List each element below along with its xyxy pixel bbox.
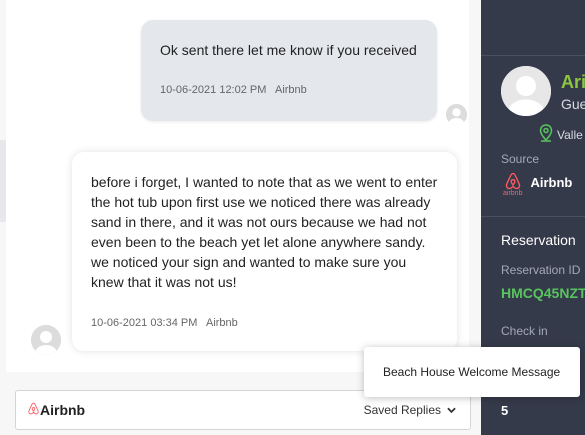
airbnb-logo-text: airbnb (503, 190, 523, 197)
user-avatar-icon (446, 104, 467, 125)
message-bubble-received: before i forget, I wanted to note that a… (72, 152, 457, 351)
panel-divider (481, 216, 585, 217)
message-text: before i forget, I wanted to note that a… (91, 174, 438, 290)
airbnb-logo-icon (27, 402, 40, 418)
user-avatar-icon (501, 66, 551, 116)
guest-subtitle: Gue (561, 96, 585, 112)
message-text: Ok sent there let me know if you receive… (160, 42, 417, 58)
saved-replies-label: Saved Replies (363, 403, 441, 417)
source-brand: airbnb Airbnb (503, 172, 572, 198)
message-channel: Airbnb (205, 317, 238, 329)
composer-channel-label: Airbnb (40, 402, 86, 418)
check-in-label: Check in (501, 324, 548, 338)
composer-channel[interactable]: Airbnb (27, 402, 85, 418)
message-bubble-sent: Ok sent there let me know if you receive… (141, 20, 437, 121)
source-label: Source (501, 152, 540, 166)
guest-name[interactable]: Ari (561, 72, 585, 93)
reservation-id-label: Reservation ID (501, 263, 581, 277)
guest-location-text: Valle (557, 127, 583, 142)
location-pin-icon (539, 124, 553, 145)
guest-location: Valle (539, 124, 583, 145)
panel-divider (481, 55, 585, 56)
source-name: Airbnb (530, 175, 573, 190)
reservation-count: 5 (501, 403, 509, 418)
airbnb-logo-icon: airbnb (503, 172, 522, 198)
reservation-id[interactable]: HMCQ45NZT (501, 285, 585, 301)
message-timestamp: 10-06-2021 12:02 PM (160, 84, 267, 96)
message-thread: Ok sent there let me know if you receive… (6, 0, 469, 372)
reservation-title: Reservation (501, 232, 576, 248)
chevron-down-icon (447, 403, 456, 417)
saved-reply-item[interactable]: Beach House Welcome Message (383, 365, 560, 379)
message-channel: Airbnb (274, 84, 307, 96)
saved-replies-dropdown: Beach House Welcome Message (364, 347, 580, 397)
user-avatar-icon (31, 325, 61, 355)
saved-replies-button[interactable]: Saved Replies (364, 403, 456, 417)
message-meta: 10-06-2021 12:02 PM Airbnb (160, 84, 307, 96)
message-timestamp: 10-06-2021 03:34 PM (91, 317, 198, 329)
message-meta: 10-06-2021 03:34 PM Airbnb (91, 317, 238, 329)
